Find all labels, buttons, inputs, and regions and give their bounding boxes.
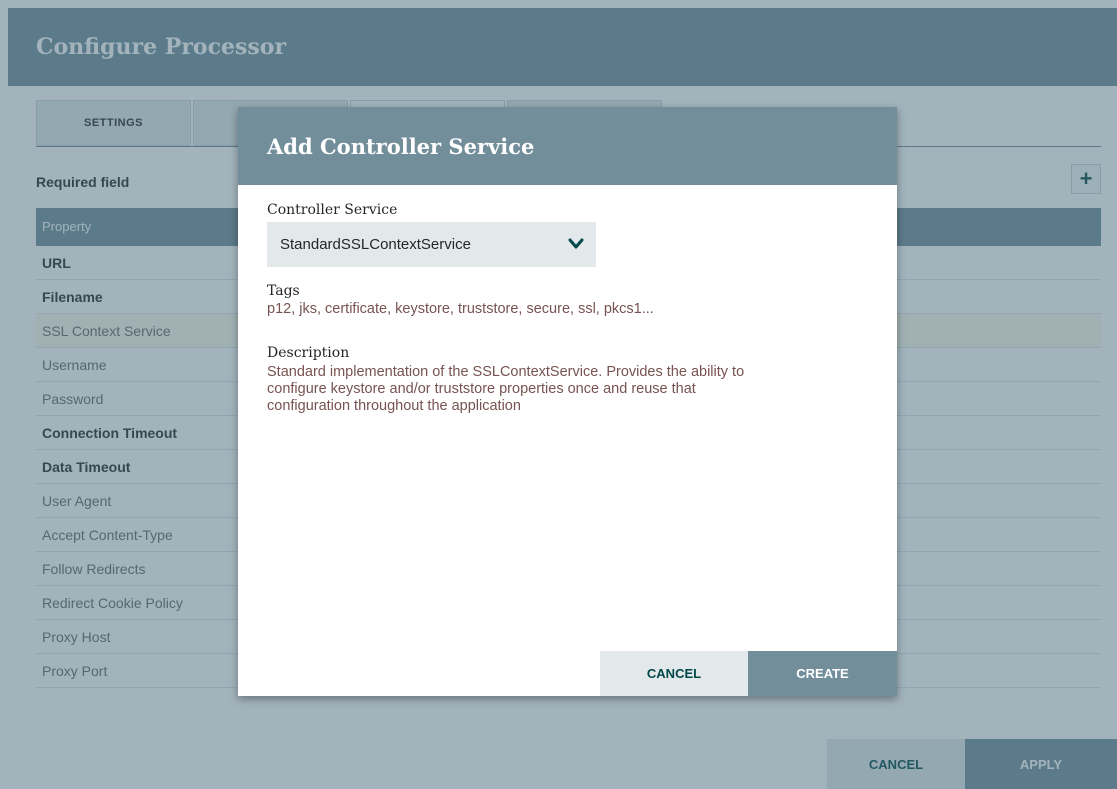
controller-service-label: Controller Service: [267, 202, 398, 218]
create-button[interactable]: CREATE: [748, 651, 897, 696]
controller-service-value: StandardSSLContextService: [280, 236, 471, 253]
modal-footer: CANCEL CREATE: [600, 651, 897, 696]
cancel-button[interactable]: CANCEL: [600, 651, 748, 696]
modal-title: Add Controller Service: [267, 134, 535, 159]
modal-header: Add Controller Service: [238, 107, 897, 185]
controller-service-select[interactable]: StandardSSLContextService: [267, 222, 596, 267]
chevron-down-icon: [568, 238, 584, 249]
add-controller-service-dialog: Add Controller Service Controller Servic…: [238, 107, 897, 696]
description-value: Standard implementation of the SSLContex…: [267, 364, 745, 414]
tags-label: Tags: [267, 283, 300, 299]
tags-value: p12, jks, certificate, keystore, trustst…: [267, 301, 654, 317]
description-label: Description: [267, 345, 350, 361]
